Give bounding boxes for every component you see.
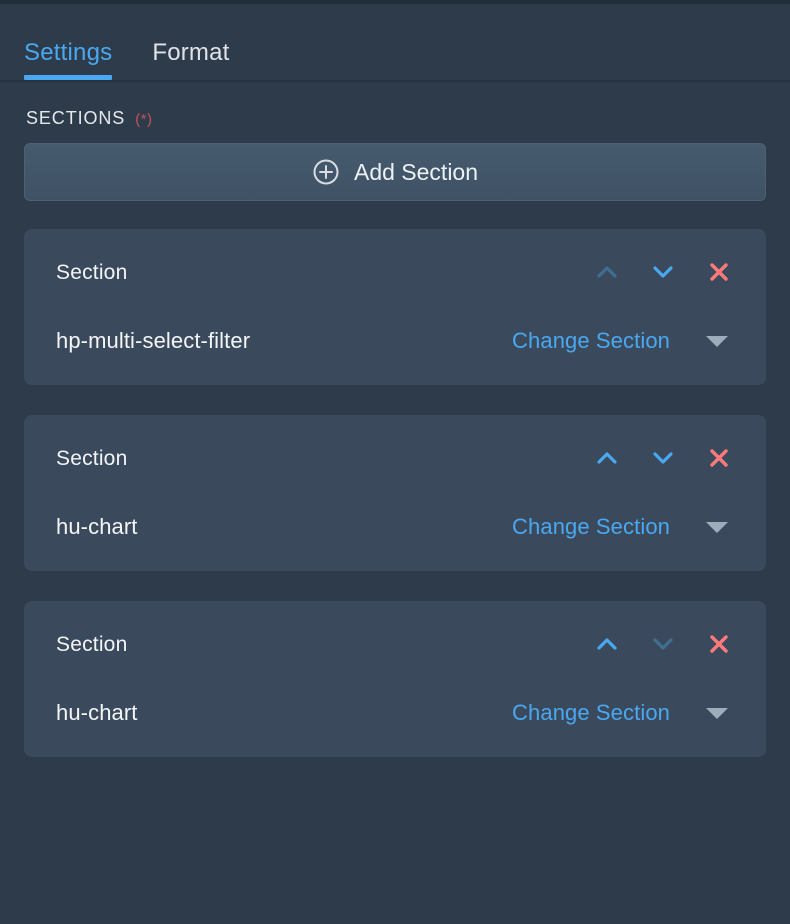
move-down-button[interactable] — [646, 256, 680, 290]
chevron-down-icon — [648, 257, 678, 290]
section-card-actions — [590, 628, 736, 662]
settings-panel: Settings Format SECTIONS (*) Add Section — [0, 0, 790, 924]
caret-down-icon[interactable] — [706, 521, 728, 533]
caret-down-icon[interactable] — [706, 335, 728, 347]
caret-down-icon[interactable] — [706, 707, 728, 719]
add-section-button[interactable]: Add Section — [24, 143, 766, 201]
section-card: Section — [24, 415, 766, 571]
section-card-body: hu-chart Change Section — [56, 509, 736, 545]
remove-section-button[interactable] — [702, 256, 736, 290]
sections-header: SECTIONS (*) — [24, 108, 766, 143]
chevron-up-icon — [592, 443, 622, 476]
close-x-icon — [704, 629, 734, 662]
section-card-header: Section — [56, 623, 736, 667]
close-x-icon — [704, 257, 734, 290]
section-value: hu-chart — [56, 514, 138, 539]
change-section-link[interactable]: Change Section — [512, 328, 670, 354]
change-section-link[interactable]: Change Section — [512, 514, 670, 540]
move-down-button[interactable] — [646, 628, 680, 662]
move-up-button[interactable] — [590, 628, 624, 662]
required-indicator: (*) — [135, 111, 153, 128]
change-section-group: Change Section — [512, 700, 728, 726]
plus-circle-icon — [312, 158, 340, 186]
section-card-title: Section — [56, 447, 128, 470]
section-card-header: Section — [56, 251, 736, 295]
section-card-actions — [590, 256, 736, 290]
remove-section-button[interactable] — [702, 628, 736, 662]
tab-settings-label: Settings — [24, 39, 113, 66]
add-section-label: Add Section — [353, 158, 479, 185]
section-card-title: Section — [56, 261, 128, 284]
settings-content: SECTIONS (*) Add Section Section hp-mult… — [0, 82, 790, 924]
chevron-up-icon — [592, 629, 622, 662]
section-card-list: Section hp-multi-select-filter Change Se… — [24, 229, 766, 757]
change-section-label: Change Section — [512, 700, 670, 725]
section-card: Section — [24, 601, 766, 757]
sections-label: SECTIONS — [26, 108, 126, 128]
change-section-label: Change Section — [512, 328, 670, 353]
section-card-title: Section — [56, 633, 128, 656]
chevron-down-icon — [648, 443, 678, 476]
change-section-label: Change Section — [512, 514, 670, 539]
section-card-body: hp-multi-select-filter Change Section — [56, 323, 736, 359]
change-section-group: Change Section — [512, 514, 728, 540]
section-value: hu-chart — [56, 700, 138, 725]
chevron-up-icon — [592, 257, 622, 290]
section-card-actions — [590, 442, 736, 476]
tab-bar: Settings Format — [0, 4, 790, 82]
move-up-button[interactable] — [590, 442, 624, 476]
section-value: hp-multi-select-filter — [56, 328, 251, 353]
section-card: Section — [24, 229, 766, 385]
remove-section-button[interactable] — [702, 442, 736, 476]
tab-format-label: Format — [152, 39, 230, 66]
change-section-link[interactable]: Change Section — [512, 700, 670, 726]
close-x-icon — [704, 443, 734, 476]
tab-format[interactable]: Format — [152, 38, 229, 80]
tab-settings[interactable]: Settings — [24, 38, 113, 80]
move-up-button[interactable] — [590, 256, 624, 290]
section-card-header: Section — [56, 437, 736, 481]
chevron-down-icon — [648, 629, 678, 662]
change-section-group: Change Section — [512, 328, 728, 354]
section-card-body: hu-chart Change Section — [56, 695, 736, 731]
move-down-button[interactable] — [646, 442, 680, 476]
